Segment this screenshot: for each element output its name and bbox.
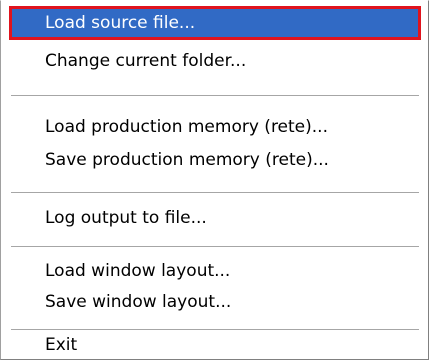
menu-separator	[11, 192, 419, 193]
menu-item-exit[interactable]: Exit	[9, 331, 421, 359]
menu-item-change-current-folder[interactable]: Change current folder...	[9, 45, 421, 79]
menu-item-load-production-memory[interactable]: Load production memory (rete)...	[9, 111, 421, 145]
menu-separator	[11, 246, 419, 247]
menu-separator	[11, 329, 419, 330]
menu-item-log-output-to-file[interactable]: Log output to file...	[9, 202, 421, 236]
file-menu: Load source file... Change current folde…	[0, 0, 429, 360]
menu-item-load-window-layout[interactable]: Load window layout...	[9, 255, 421, 289]
menu-separator	[11, 95, 419, 96]
menu-item-save-window-layout[interactable]: Save window layout...	[9, 286, 421, 320]
menu-item-save-production-memory[interactable]: Save production memory (rete)...	[9, 144, 421, 178]
menu-item-load-source-file[interactable]: Load source file...	[9, 6, 421, 40]
